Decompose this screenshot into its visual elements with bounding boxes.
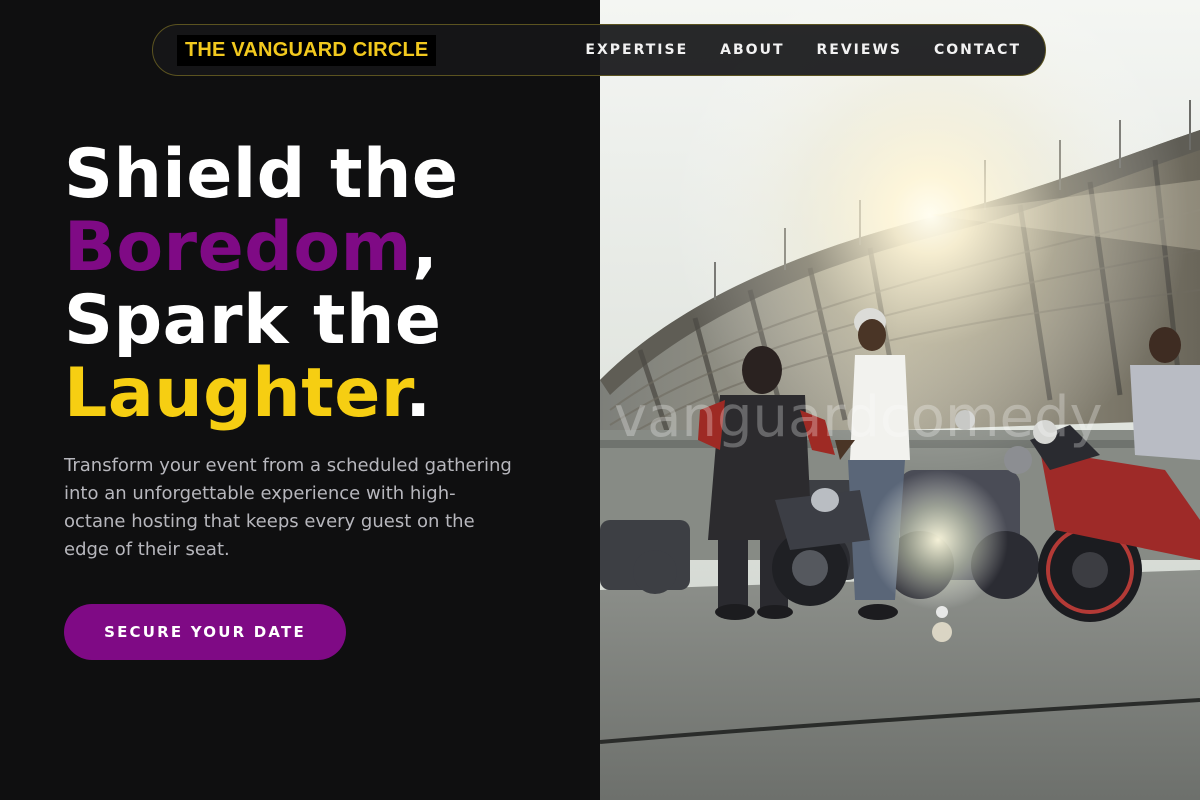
headline-line-3: Spark the (64, 281, 442, 360)
headline-line-1: Shield the (64, 135, 459, 214)
top-nav-bar: THE VANGUARD CIRCLE EXPERTISE ABOUT REVI… (152, 24, 1046, 76)
headline-period: . (405, 354, 432, 433)
nav-link-contact[interactable]: CONTACT (934, 42, 1021, 58)
secure-date-button[interactable]: SECURE YOUR DATE (64, 604, 346, 660)
hero-headline: Shield the Boredom, Spark the Laughter. (64, 138, 459, 430)
nav-links: EXPERTISE ABOUT REVIEWS CONTACT (585, 42, 1021, 58)
hero-subtext: Transform your event from a scheduled ga… (64, 455, 512, 560)
nav-link-expertise[interactable]: EXPERTISE (585, 42, 688, 58)
image-watermark: vanguardcomedy (614, 385, 1103, 450)
headline-word-boredom: Boredom (64, 208, 412, 287)
hero-left-panel: Shield the Boredom, Spark the Laughter. … (0, 0, 600, 800)
hero-image-panel: vanguardcomedy (600, 0, 1200, 800)
headline-comma: , (411, 208, 439, 287)
landing-page: Shield the Boredom, Spark the Laughter. … (0, 0, 1200, 800)
nav-link-about[interactable]: ABOUT (720, 42, 784, 58)
headline-word-laughter: Laughter (64, 354, 406, 433)
nav-link-reviews[interactable]: REVIEWS (817, 42, 902, 58)
brand-logo[interactable]: THE VANGUARD CIRCLE (177, 34, 437, 66)
